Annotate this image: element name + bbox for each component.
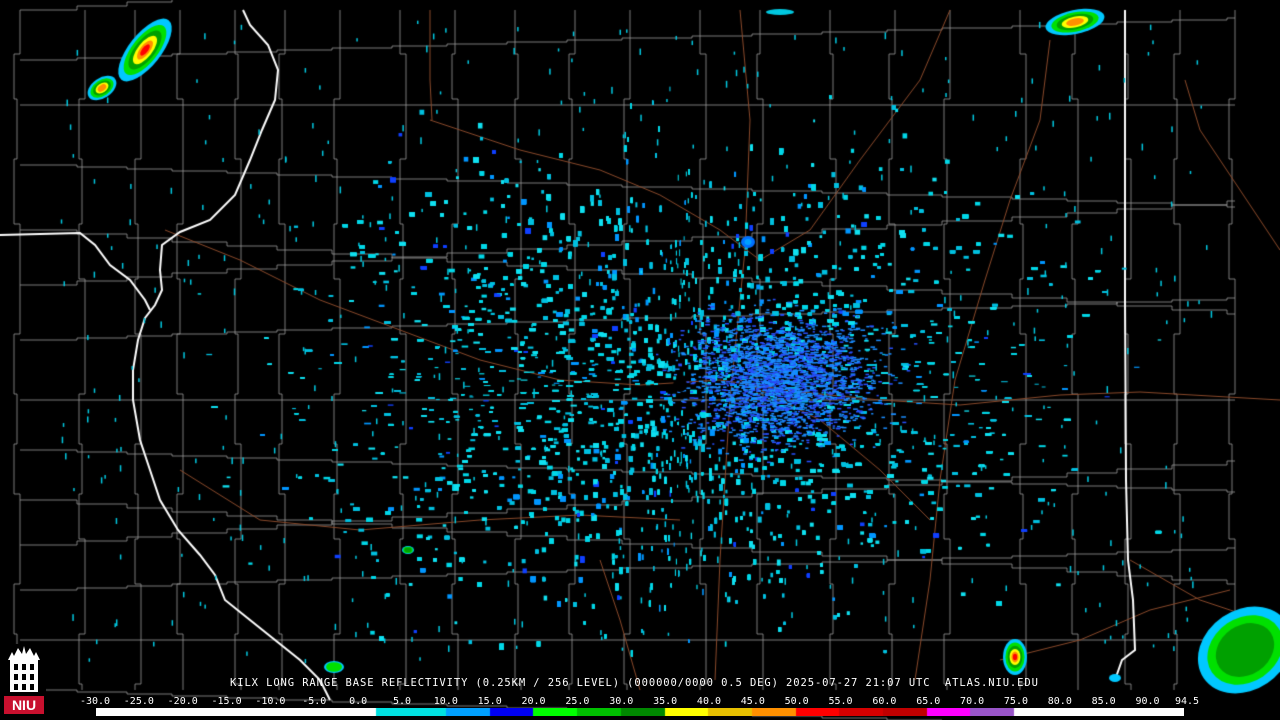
colorbar-tick-label: -15.0: [211, 696, 242, 707]
colorbar-labels: -30.0 -25.0 -20.0 -15.0 -10.0 -5.0 0.0 5.0 10.0 1…: [80, 696, 1199, 708]
colorbar-tick-label: 70.0: [960, 696, 985, 707]
colorbar-tick-label: 65.0: [916, 696, 941, 707]
colorbar-tick-label: 55.0: [828, 696, 853, 707]
colorbar-tick-label: -30.0: [79, 696, 111, 707]
colorbar-tick-label: -5.0: [302, 696, 327, 707]
product-caption: KILX LONG RANGE BASE REFLECTIVITY (0.25K…: [230, 677, 1039, 689]
colorbar-tick-label: 90.0: [1135, 696, 1160, 707]
reflectivity-colorbar: [96, 708, 1184, 716]
colorbar-tick-label: 30.0: [609, 696, 634, 707]
svg-text:NIU: NIU: [12, 697, 36, 713]
colorbar-tick-label: -20.0: [167, 696, 198, 707]
colorbar-tick-label: 20.0: [521, 696, 546, 707]
colorbar-tick-label: 94.5: [1174, 696, 1200, 707]
colorbar-tick-label: 5.0: [392, 696, 412, 707]
colorbar-tick-label: 15.0: [477, 696, 502, 707]
colorbar-tick-label: 60.0: [872, 696, 897, 707]
colorbar-tick-label: 45.0: [740, 696, 765, 707]
niu-logo-icon: NIU: [2, 644, 46, 716]
colorbar-tick-label: 0.0: [349, 696, 368, 707]
colorbar-tick-label: 35.0: [653, 696, 678, 707]
colorbar-tick-label: 40.0: [696, 696, 722, 707]
colorbar-tick-label: 75.0: [1003, 696, 1028, 707]
colorbar-tick-label: 10.0: [433, 696, 458, 707]
colorbar-tick-label: -10.0: [255, 696, 286, 707]
colorbar-tick-label: 50.0: [784, 696, 809, 707]
colorbar-tick-label: -25.0: [123, 696, 154, 707]
colorbar-tick-label: 85.0: [1091, 696, 1116, 707]
colorbar-tick-label: 25.0: [565, 696, 590, 707]
colorbar-tick-label: 80.0: [1047, 696, 1072, 707]
radar-reflectivity-map: [0, 0, 1280, 720]
